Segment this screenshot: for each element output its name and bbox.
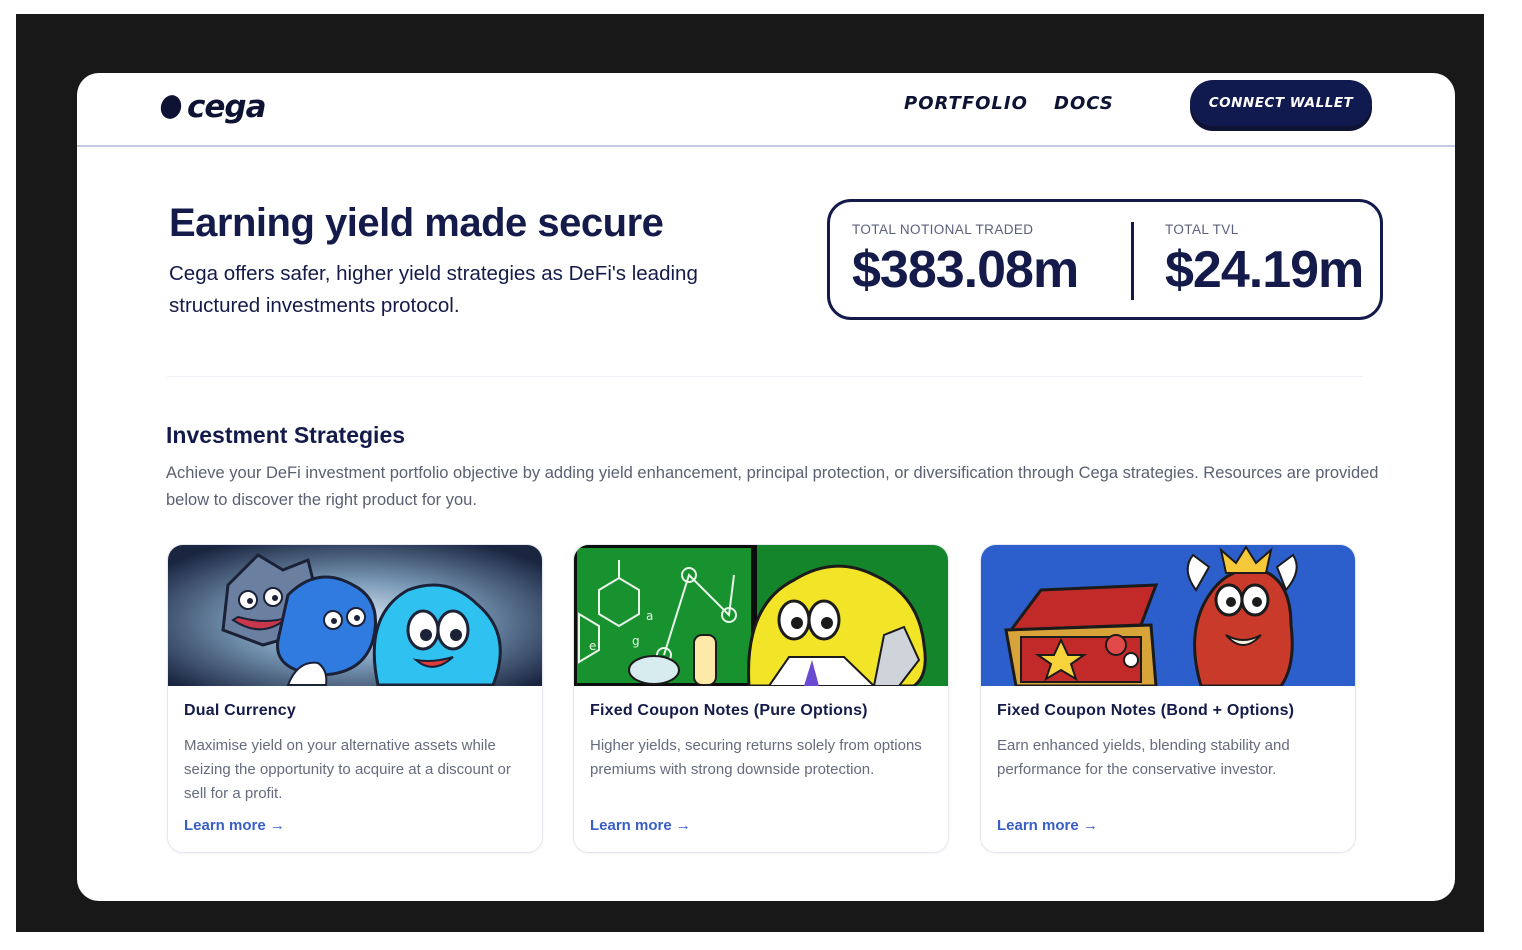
hero-subtitle: Cega offers safer, higher yield strategi… [169, 262, 698, 317]
pure-options-illustration: a e g [574, 545, 948, 686]
logo-mark-icon [157, 92, 185, 122]
card-title: Fixed Coupon Notes (Bond + Options) [997, 702, 1295, 719]
section-divider [167, 376, 1363, 377]
strategy-card-fcn-bond-options[interactable]: Fixed Coupon Notes (Bond + Options) Earn… [980, 544, 1356, 853]
learn-more-link[interactable]: Learn more → [184, 817, 285, 834]
stat-label: TOTAL NOTIONAL TRADED [852, 222, 1034, 237]
stat-value: $383.08m [852, 241, 1079, 299]
site-header: cega PORTFOLIO DOCS CONNECT WALLET [77, 73, 1455, 147]
cega-logo[interactable]: cega [157, 87, 267, 127]
bond-options-illustration [981, 545, 1355, 686]
connect-wallet-button[interactable]: CONNECT WALLET [1190, 80, 1372, 126]
stat-value: $24.19m [1165, 241, 1364, 299]
stat-divider [1131, 222, 1134, 300]
browser-window: cega PORTFOLIO DOCS CONNECT WALLET Earni… [77, 73, 1455, 901]
card-title: Dual Currency [184, 702, 296, 719]
card-description: Maximise yield on your alternative asset… [184, 737, 511, 802]
card-description: Higher yields, securing returns solely f… [590, 737, 922, 778]
strategies-title: Investment Strategies [166, 422, 406, 448]
svg-text:g: g [632, 634, 640, 648]
nav-portfolio[interactable]: PORTFOLIO [904, 93, 1028, 114]
learn-more-link[interactable]: Learn more → [997, 817, 1098, 834]
nav-docs[interactable]: DOCS [1054, 93, 1114, 114]
dual-currency-illustration [168, 545, 542, 686]
svg-text:e: e [589, 639, 596, 653]
learn-more-link[interactable]: Learn more → [590, 817, 691, 834]
strategies-description: Achieve your DeFi investment portfolio o… [166, 464, 1379, 509]
card-description: Earn enhanced yields, blending stability… [997, 737, 1290, 778]
strategy-card-dual-currency[interactable]: Dual Currency Maximise yield on your alt… [167, 544, 543, 853]
svg-text:a: a [646, 609, 653, 623]
logo-text: cega [187, 89, 267, 125]
stat-label: TOTAL TVL [1165, 222, 1239, 237]
card-title: Fixed Coupon Notes (Pure Options) [590, 702, 868, 719]
strategy-card-fcn-pure-options[interactable]: a e g Fixed Coupon Notes (Pure Options) … [573, 544, 949, 853]
stats-panel: TOTAL NOTIONAL TRADED $383.08m TOTAL TVL… [827, 199, 1383, 320]
hero-title: Earning yield made secure [169, 201, 664, 245]
screenshot-frame: cega PORTFOLIO DOCS CONNECT WALLET Earni… [16, 14, 1484, 932]
